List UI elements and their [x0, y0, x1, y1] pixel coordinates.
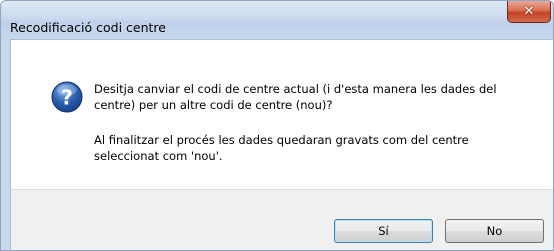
message-info-text: Al finalitzar el procés les dades quedar… [94, 133, 469, 163]
no-button[interactable]: No [445, 219, 544, 243]
message-area: ? Desitja canviar el codi de centre actu… [11, 40, 553, 180]
yes-button[interactable]: Sí [334, 219, 433, 243]
close-button[interactable]: ✕ [507, 1, 551, 23]
svg-text:?: ? [61, 86, 73, 110]
window-title: Recodificació codi centre [10, 20, 166, 35]
close-icon: ✕ [523, 4, 535, 19]
title-bar[interactable]: Recodificació codi centre ✕ [1, 1, 553, 39]
button-bar: Sí No [11, 189, 553, 250]
message-question-text: Desitja canviar el codi de centre actual… [94, 82, 497, 112]
dialog-window: Recodificació codi centre ✕ ? Desitja ca… [0, 0, 554, 251]
dialog-client-area: ? Desitja canviar el codi de centre actu… [10, 39, 553, 250]
question-icon: ? [51, 81, 83, 113]
